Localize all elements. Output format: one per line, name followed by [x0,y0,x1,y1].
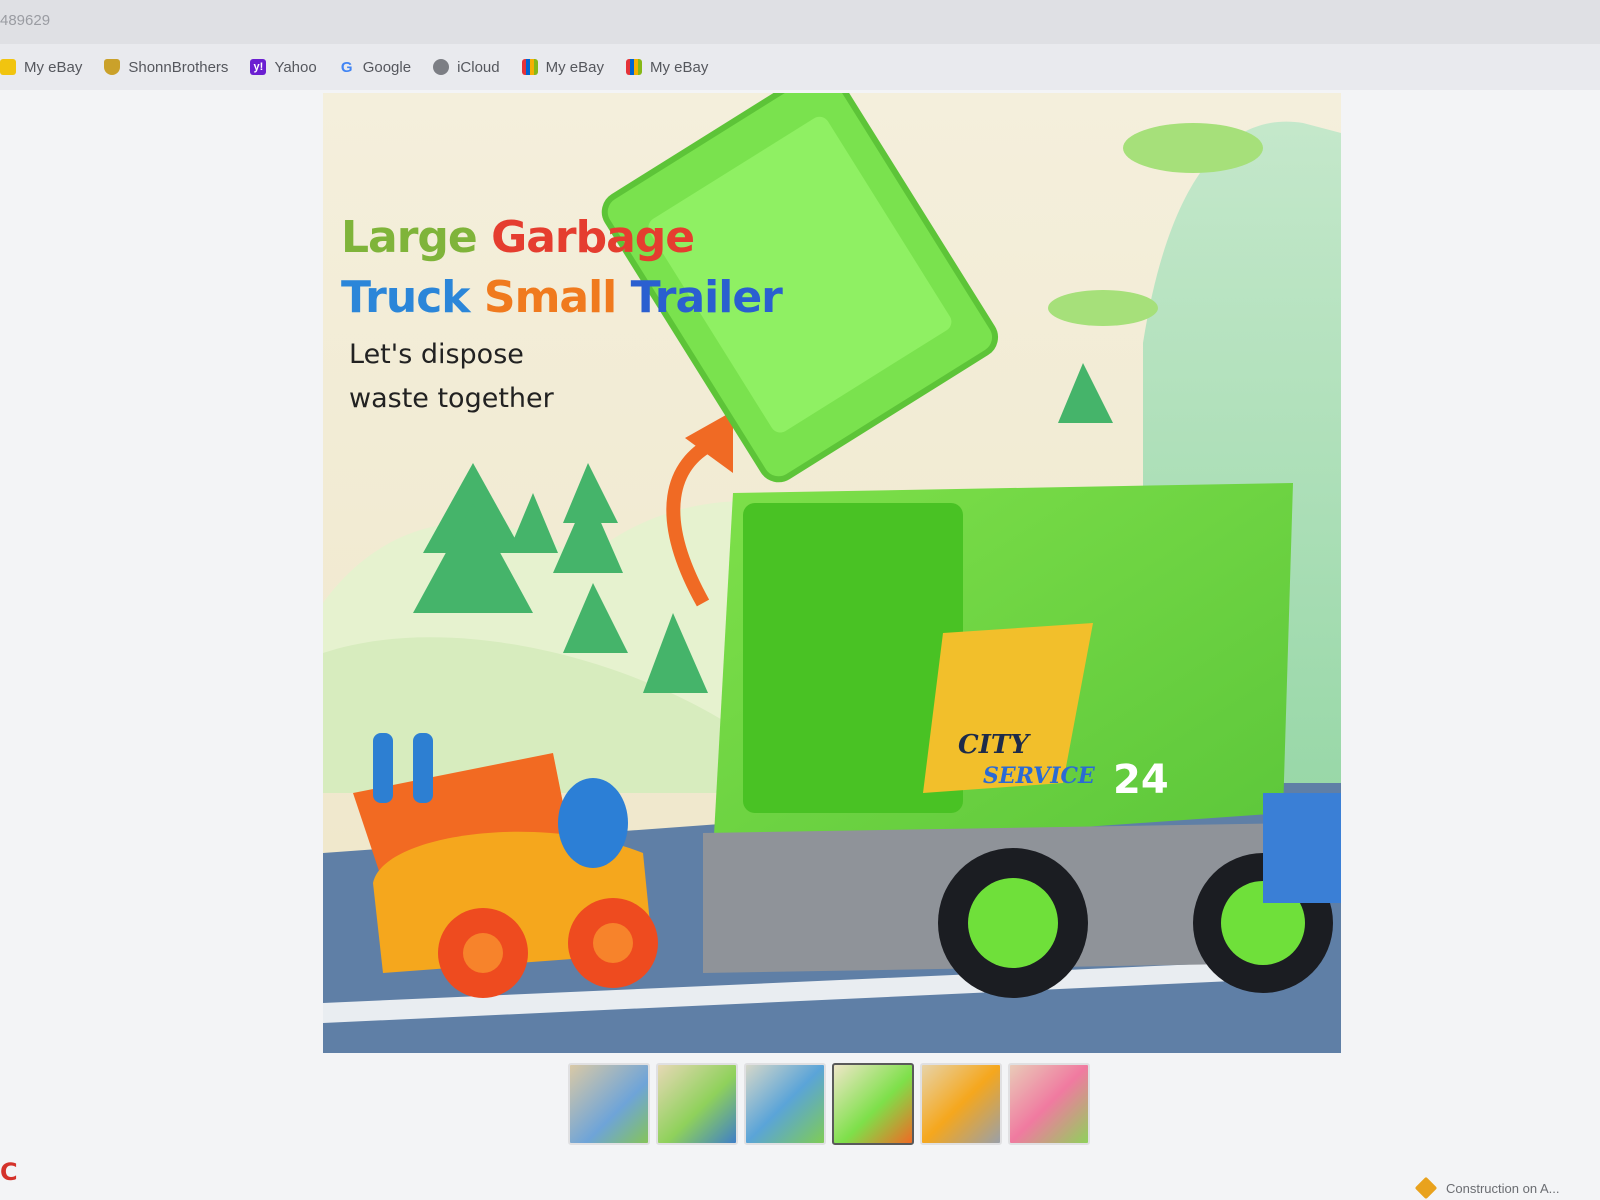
thumbnail-1[interactable] [568,1063,650,1145]
truck-label-city: CITY [958,730,1031,760]
ebay-bag-icon [625,59,642,75]
bookmark-my-ebay-2[interactable]: My eBay [521,58,604,76]
bookmark-label: Yahoo [274,58,317,76]
apple-icon [433,59,450,75]
headline-word-truck: Truck [341,272,471,323]
bookmark-icloud[interactable]: iCloud [433,59,500,76]
bookmark-label: ShonnBrothers [128,58,229,76]
thumbnail-5[interactable] [920,1063,1002,1145]
thumbnail-4[interactable] [832,1063,914,1145]
bookmark-yahoo[interactable]: y! Yahoo [250,58,317,76]
thumbnail-strip [568,1063,1090,1145]
bookmark-label: iCloud [457,58,500,76]
address-bar[interactable]: 489629 [0,0,1600,45]
subline-2: waste together [349,383,554,414]
taskbar-app-icon[interactable]: C [0,1158,18,1186]
bookmark-my-ebay-3[interactable]: My eBay [625,58,709,76]
status-notification[interactable]: Construction on A... [1414,1176,1560,1200]
bookmark-label: My eBay [545,58,604,76]
headline-word-garbage: Garbage [491,212,695,263]
headline-word-trailer: Trailer [630,272,783,323]
product-main-image[interactable]: CITY SERVICE 24 Large Garbage Truck Smal… [323,93,1341,1053]
thumbnail-3[interactable] [744,1063,826,1145]
headline-word-large: Large [341,212,478,263]
bookmark-shonnbrothers[interactable]: ShonnBrothers [104,59,228,76]
bookmark-label: My eBay [24,58,83,76]
headline-word-small: Small [483,272,617,323]
thumbnail-6[interactable] [1008,1063,1090,1145]
bookmarks-bar: My eBay ShonnBrothers y! Yahoo G Google … [0,44,1600,90]
status-text: Construction on A... [1446,1180,1560,1196]
product-headline: Large Garbage Truck Small Trailer [341,208,783,328]
warning-icon [1414,1176,1438,1200]
google-icon: G [340,58,353,76]
bookmark-my-ebay-1[interactable]: My eBay [0,59,82,76]
url-text[interactable]: 489629 [0,12,50,29]
subline-1: Let's dispose [349,339,524,370]
shield-icon [104,59,121,75]
thumbnail-2[interactable] [656,1063,738,1145]
bookmark-label: Google [362,58,412,76]
yahoo-icon: y! [250,59,267,75]
bookmark-google[interactable]: G Google [339,59,411,76]
bookmark-label: My eBay [649,58,709,76]
truck-label-service: SERVICE [983,763,1096,789]
product-subline: Let's dispose waste together [349,333,554,421]
truck-number: 24 [1113,757,1169,803]
ebay-bag-icon [521,59,538,75]
garbage-truck: CITY SERVICE 24 [703,483,1341,998]
ebay-bag-icon [0,59,16,75]
